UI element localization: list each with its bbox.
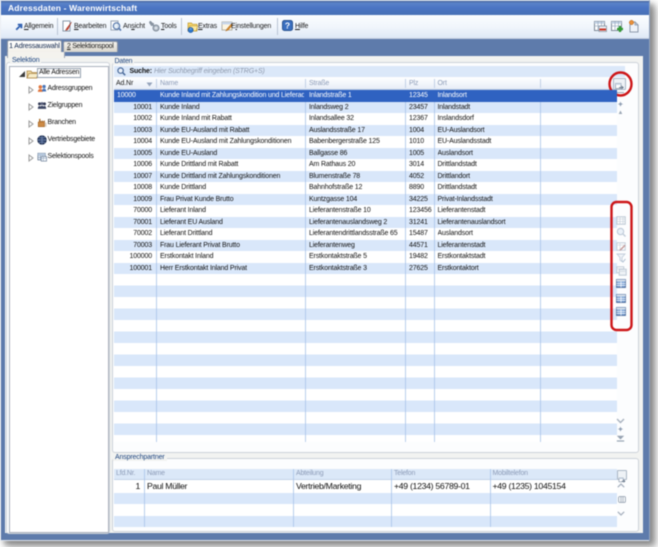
svg-text:?: ? [285, 21, 290, 31]
